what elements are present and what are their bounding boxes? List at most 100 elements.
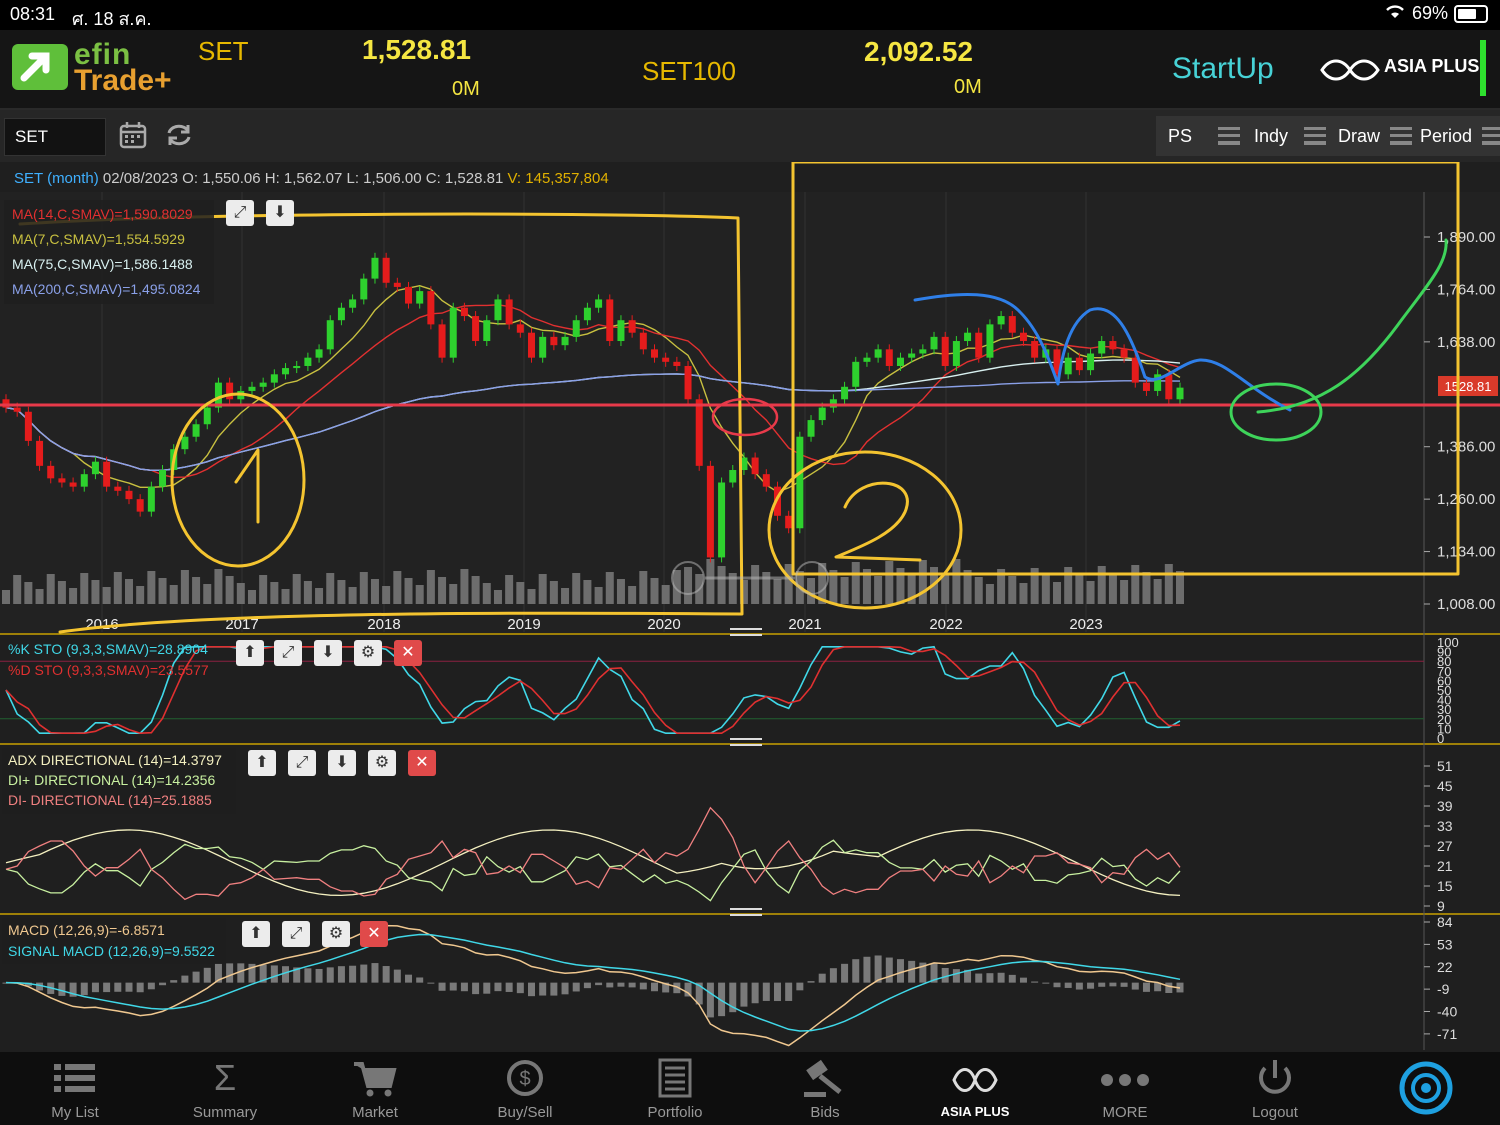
ps-button[interactable]: PS bbox=[1156, 116, 1248, 156]
volume-bar bbox=[158, 578, 167, 604]
volume-bar bbox=[661, 585, 670, 604]
macd-histogram-bar bbox=[617, 982, 625, 987]
svg-text:1528.81: 1528.81 bbox=[1445, 379, 1492, 394]
calendar-icon[interactable] bbox=[118, 120, 148, 150]
volume-bar bbox=[874, 576, 883, 604]
index-name-set[interactable]: SET bbox=[198, 36, 249, 67]
expand-icon[interactable]: ⤢ bbox=[288, 750, 316, 776]
sto-d-legend: %D STO (9,3,3,SMAV)=23.5577 bbox=[8, 662, 209, 678]
volume-bar bbox=[91, 580, 100, 604]
close-icon[interactable]: ✕ bbox=[360, 921, 388, 947]
nav-logout[interactable]: Logout bbox=[1200, 1052, 1350, 1125]
volume-bar bbox=[1108, 573, 1117, 604]
move-up-icon[interactable]: ⬆ bbox=[242, 921, 270, 947]
volume-bar bbox=[505, 575, 514, 604]
macd-histogram-bar bbox=[315, 968, 323, 983]
candle-body bbox=[1142, 382, 1150, 391]
move-down-icon[interactable]: ⬇ bbox=[266, 200, 294, 226]
adx-y-label: 21 bbox=[1437, 858, 1453, 874]
list-icon bbox=[50, 1058, 100, 1098]
di-minus-line bbox=[5, 806, 1181, 901]
indy-button[interactable]: Indy bbox=[1242, 116, 1334, 156]
ma200-legend: MA(200,C,SMAV)=1,495.0824 bbox=[12, 281, 201, 297]
candle-body bbox=[36, 440, 44, 466]
candle-body bbox=[136, 499, 144, 512]
settings-gear-icon[interactable]: ⚙ bbox=[354, 640, 382, 666]
index-name-set100[interactable]: SET100 bbox=[642, 56, 736, 87]
volume-bar bbox=[918, 560, 927, 604]
candle-body bbox=[13, 407, 21, 412]
macd-legend: MACD (12,26,9)=-6.8571 bbox=[8, 922, 165, 938]
move-up-icon[interactable]: ⬆ bbox=[248, 750, 276, 776]
macd-histogram-bar bbox=[1008, 974, 1016, 983]
symbol-input[interactable]: SET bbox=[4, 118, 106, 156]
expand-icon[interactable]: ⤢ bbox=[282, 921, 310, 947]
nav-buy-sell[interactable]: $ Buy/Sell bbox=[450, 1052, 600, 1125]
volume-bar bbox=[1008, 576, 1017, 604]
volume-bar bbox=[24, 582, 33, 604]
volume-bar bbox=[2, 590, 10, 604]
candle-body bbox=[706, 465, 714, 558]
close-icon[interactable]: ✕ bbox=[408, 750, 436, 776]
nav-asiaplus[interactable]: ASIA PLUS bbox=[900, 1052, 1050, 1125]
expand-icon[interactable]: ⤢ bbox=[274, 640, 302, 666]
macd-histogram-bar bbox=[818, 973, 826, 983]
volume-bar bbox=[851, 562, 860, 604]
volume-bar bbox=[180, 570, 189, 604]
settings-gear-icon[interactable]: ⚙ bbox=[368, 750, 396, 776]
candle-body bbox=[852, 361, 860, 387]
volume-bar bbox=[292, 574, 301, 604]
macd-histogram-bar bbox=[170, 980, 178, 983]
ma14-legend: MA(14,C,SMAV)=1,590.8029 bbox=[12, 206, 193, 222]
volume-bar bbox=[628, 586, 637, 604]
nav-bids[interactable]: Bids bbox=[750, 1052, 900, 1125]
buysell-icon: $ bbox=[500, 1058, 550, 1098]
startup-link[interactable]: StartUp bbox=[1172, 52, 1274, 86]
candle-body bbox=[1120, 349, 1128, 358]
volume-bar bbox=[147, 571, 156, 604]
refresh-icon[interactable] bbox=[164, 120, 194, 150]
macd-histogram-bar bbox=[1098, 982, 1106, 987]
volume-bar bbox=[225, 576, 234, 604]
candle-body bbox=[69, 482, 77, 487]
x-tick-label: 2023 bbox=[1069, 616, 1102, 633]
candle-body bbox=[807, 420, 815, 437]
expand-icon[interactable]: ⤢ bbox=[226, 200, 254, 226]
macd-histogram-bar bbox=[416, 977, 424, 983]
candle-body bbox=[528, 332, 536, 358]
move-up-icon[interactable]: ⬆ bbox=[236, 640, 264, 666]
close-icon[interactable]: ✕ bbox=[394, 640, 422, 666]
period-button[interactable]: Period bbox=[1412, 116, 1500, 156]
ma75-legend: MA(75,C,SMAV)=1,586.1488 bbox=[12, 256, 193, 272]
candle-body bbox=[1075, 357, 1083, 371]
candle-body bbox=[315, 349, 323, 358]
panel-resize-handle[interactable] bbox=[730, 738, 762, 746]
volume-bar bbox=[102, 587, 111, 604]
macd-histogram-bar bbox=[606, 982, 614, 988]
nav-more[interactable]: MORE bbox=[1050, 1052, 1200, 1125]
macd-histogram-bar bbox=[103, 982, 111, 993]
di-plus-line bbox=[5, 839, 1181, 902]
macd-histogram-bar bbox=[282, 966, 290, 983]
nav-portfolio[interactable]: Portfolio bbox=[600, 1052, 750, 1125]
candle-body bbox=[349, 299, 357, 308]
nav-my-list[interactable]: My List bbox=[0, 1052, 150, 1125]
volume-bar bbox=[449, 584, 458, 604]
macd-histogram-bar bbox=[438, 982, 446, 991]
adx-y-label: 45 bbox=[1437, 778, 1453, 794]
macd-histogram-bar bbox=[986, 973, 994, 983]
nav-market[interactable]: Market bbox=[300, 1052, 450, 1125]
macd-histogram-bar bbox=[751, 982, 759, 1004]
move-down-icon[interactable]: ⬇ bbox=[328, 750, 356, 776]
panel-resize-handle[interactable] bbox=[730, 908, 762, 916]
draw-button[interactable]: Draw bbox=[1326, 116, 1420, 156]
nav-summary[interactable]: Σ Summary bbox=[150, 1052, 300, 1125]
move-down-icon[interactable]: ⬇ bbox=[314, 640, 342, 666]
period-label: Period bbox=[1420, 126, 1473, 146]
settings-gear-icon[interactable]: ⚙ bbox=[322, 921, 350, 947]
assistive-touch-icon[interactable] bbox=[1398, 1060, 1454, 1116]
volume-bar bbox=[1142, 572, 1151, 604]
volume-bar bbox=[1097, 566, 1106, 604]
macd-histogram-bar bbox=[349, 965, 357, 983]
volume-bar bbox=[605, 572, 614, 604]
